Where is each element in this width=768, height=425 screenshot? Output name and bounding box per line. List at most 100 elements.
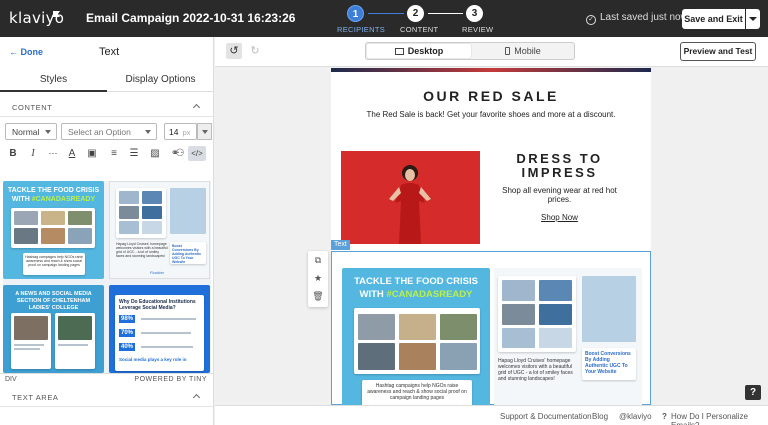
shop-now-link[interactable]: Shop Now	[492, 213, 627, 222]
text-style-select[interactable]: Normal	[5, 123, 57, 140]
user-icon[interactable]: ⚇	[172, 146, 188, 161]
editor-status-bar: DIV POWERED BY TINY	[0, 373, 213, 384]
step-recipients-label[interactable]: RECIPIENTS	[337, 25, 385, 34]
hapag-note: Hapag Lloyd Cruises' homepage welcomes v…	[498, 358, 573, 382]
check-circle-icon: ✓	[586, 15, 596, 25]
chevron-up-icon	[192, 393, 201, 402]
element-path[interactable]: DIV	[5, 376, 17, 383]
thumb-news-card	[11, 313, 51, 369]
font-family-select[interactable]: Select an Option	[61, 123, 157, 140]
save-status: ✓ Last saved just now	[586, 12, 688, 25]
redo-icon[interactable]: ↻	[247, 43, 263, 59]
font-size-input[interactable]: 14 px	[164, 123, 197, 140]
rich-text-editor[interactable]: TACKLE THE FOOD CRISIS WITH #CANADASREAD…	[3, 181, 211, 373]
step-content-label[interactable]: CONTENT	[400, 25, 438, 34]
text-area-section-label: TEXT AREA	[12, 393, 59, 402]
thumb-photo	[142, 221, 162, 234]
thumb-text-line	[141, 346, 193, 348]
thumb-hapag-note: Hapag Lloyd Cruises' homepage welcomes v…	[116, 242, 168, 258]
device-toggle: Desktop Mobile	[365, 42, 575, 60]
news-thumbnail: A NEWS AND SOCIAL MEDIA SECTION OF CHELT…	[3, 285, 104, 373]
trash-icon[interactable]: 🗑	[308, 287, 328, 305]
left-panel: ← Done Text Styles Display Options CONTE…	[0, 37, 214, 425]
food-crisis-image: TACKLE THE FOOD CRISIS WITH #CANADASREAD…	[342, 268, 490, 405]
tab-styles[interactable]: Styles	[0, 74, 107, 92]
mobile-view-button[interactable]: Mobile	[472, 44, 574, 58]
thumb-title-line2: WITH #CANADASREADY	[3, 196, 104, 203]
content-section-header[interactable]: CONTENT	[0, 97, 213, 117]
sale-subtext[interactable]: The Red Sale is back! Get your favorite …	[331, 110, 651, 119]
footer-klaviyo-link[interactable]: @klaviyo	[619, 412, 652, 421]
text-color-icon[interactable]: A	[64, 146, 80, 161]
top-bar: klaviyo Email Campaign 2022-10-31 16:23:…	[0, 0, 768, 37]
hapag-photo-grid	[498, 276, 576, 352]
footer-blog-link[interactable]: Blog	[592, 412, 608, 421]
step-review-label[interactable]: REVIEW	[462, 25, 493, 34]
step-review-number[interactable]: 3	[466, 5, 483, 22]
grid-photo	[539, 328, 572, 348]
save-options-dropdown[interactable]	[746, 9, 760, 29]
grid-photo	[440, 343, 477, 370]
campaign-title[interactable]: Email Campaign 2022-10-31 16:23:26	[86, 11, 295, 25]
preview-and-test-button[interactable]: Preview and Test	[680, 42, 756, 61]
more-formatting-icon[interactable]: ⋯	[45, 146, 61, 161]
help-button[interactable]: ?	[745, 385, 761, 400]
header-banner-image[interactable]	[331, 68, 651, 72]
grid-photo	[440, 314, 477, 340]
text-area-section-header[interactable]: TEXT AREA	[0, 387, 213, 407]
dress-subtext[interactable]: Shop all evening wear at red hot prices.	[492, 186, 627, 204]
thumb-photo	[41, 211, 65, 225]
done-link[interactable]: ← Done	[9, 47, 43, 57]
footer-personalize-link[interactable]: How Do I Personalize Emails?	[671, 412, 768, 425]
selected-text-block[interactable]: TACKLE THE FOOD CRISIS WITH #CANADASREAD…	[331, 251, 651, 405]
food-crisis-with: WITH	[359, 289, 384, 300]
duplicate-icon[interactable]: ⧉	[308, 251, 328, 269]
thumb-hashtag-note: Hashtag campaigns help NGOs raise awaren…	[23, 253, 85, 275]
step-content-number[interactable]: 2	[407, 5, 424, 22]
footer-support-link[interactable]: Support & Documentation	[500, 412, 592, 421]
bold-icon[interactable]: B	[5, 146, 21, 161]
content-section-label: CONTENT	[12, 103, 53, 112]
undo-icon[interactable]: ↺	[226, 43, 242, 59]
tab-display-options[interactable]: Display Options	[107, 74, 214, 92]
thumb-title-with: WITH	[11, 196, 30, 203]
thumb-stat-1: 98%	[119, 315, 136, 323]
email-body: OUR RED SALE The Red Sale is back! Get y…	[331, 68, 651, 405]
red-dress-photo[interactable]	[341, 151, 480, 244]
dress-heading[interactable]: DRESS TO IMPRESS	[492, 152, 627, 180]
thumb-photo	[119, 221, 139, 234]
food-photo-grid	[354, 308, 480, 374]
thumb-edu-card: Why Do Educational Institutions Leverage…	[115, 295, 204, 371]
thumb-text-line	[14, 348, 40, 350]
save-and-exit-button[interactable]: Save and Exit	[682, 9, 745, 29]
star-icon[interactable]: ★	[308, 269, 328, 287]
thumb-photo	[41, 228, 65, 244]
step-connector	[368, 13, 404, 14]
thumb-photo	[58, 316, 92, 340]
image-icon[interactable]: ▨	[147, 146, 163, 161]
grid-photo	[399, 314, 436, 340]
source-code-icon[interactable]: </>	[188, 146, 206, 161]
font-size-dropdown[interactable]	[197, 123, 212, 140]
sale-heading[interactable]: OUR RED SALE	[331, 88, 651, 104]
highlight-color-icon[interactable]: ▣	[84, 146, 100, 161]
list-icon[interactable]: ☰	[126, 146, 142, 161]
food-crisis-hashtag: #CANADASREADY	[386, 289, 473, 300]
email-canvas: OUR RED SALE The Red Sale is back! Get y…	[215, 68, 768, 405]
food-crisis-line1: TACKLE THE FOOD CRISIS	[354, 276, 478, 287]
thumb-social-note: Social media plays a key role in	[119, 357, 187, 362]
align-icon[interactable]: ≡	[106, 146, 122, 161]
grid-photo	[502, 328, 535, 348]
powered-by-tiny[interactable]: POWERED BY TINY	[134, 376, 207, 383]
thumb-text-line	[14, 344, 44, 346]
thumb-photo-tall	[170, 188, 206, 234]
desktop-view-button[interactable]: Desktop	[367, 44, 471, 58]
food-crisis-thumbnail: TACKLE THE FOOD CRISIS WITH #CANADASREAD…	[3, 181, 104, 279]
grid-photo	[502, 280, 535, 301]
boost-note: Boost Conversions By Adding Authentic UG…	[582, 348, 636, 380]
step-recipients-number[interactable]: 1	[347, 5, 364, 22]
thumb-text-line	[141, 332, 191, 334]
italic-icon[interactable]: I	[25, 146, 41, 161]
thumb-photo	[142, 206, 162, 219]
save-status-text: Last saved just now	[600, 12, 688, 23]
